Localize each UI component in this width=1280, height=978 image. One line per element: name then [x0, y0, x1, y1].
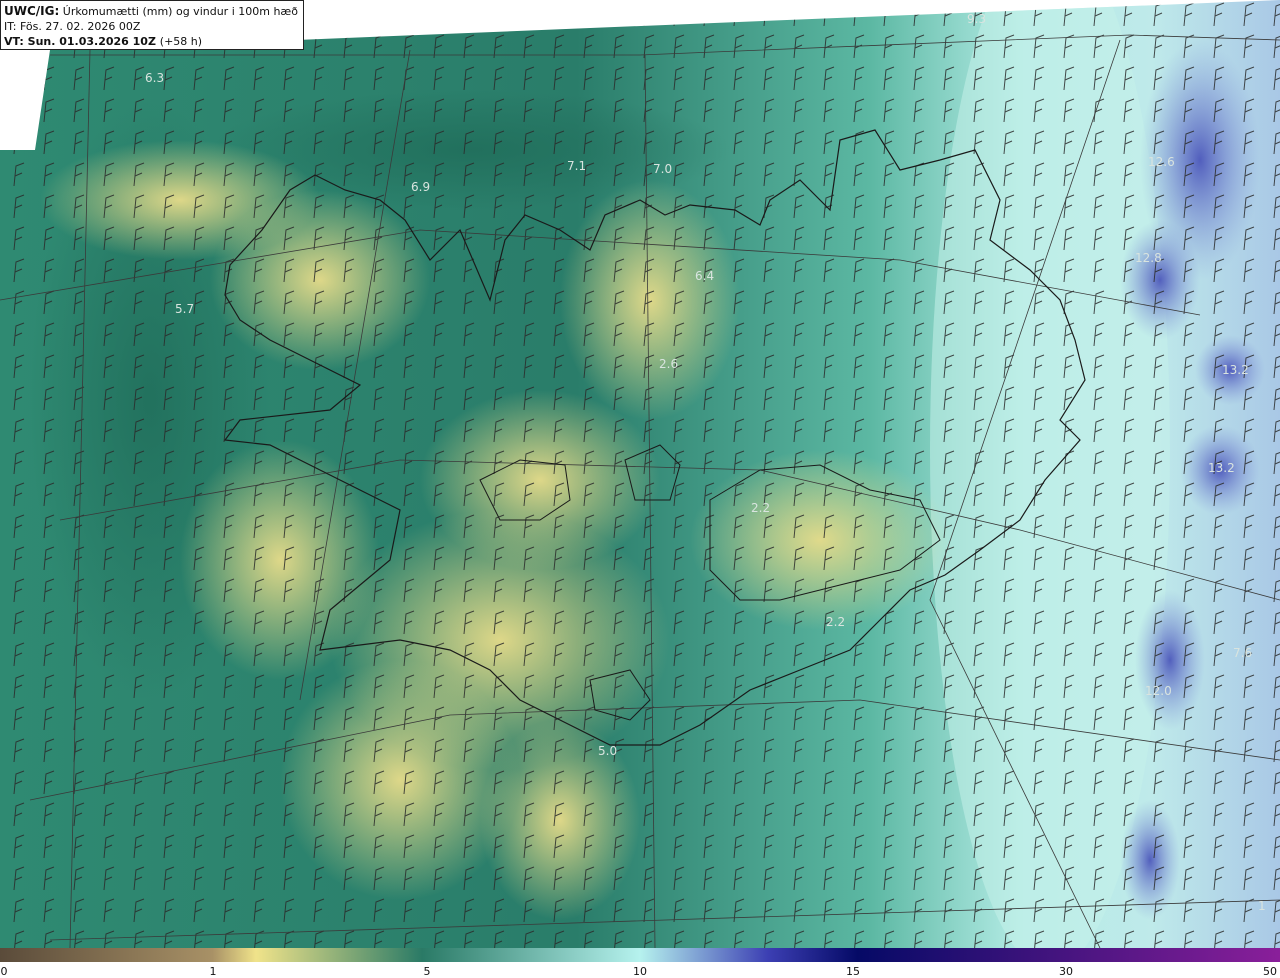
brand-label: UWC/IG: — [4, 4, 60, 18]
value-label: 13.2 — [1208, 461, 1235, 475]
value-label: 2.2 — [751, 501, 770, 515]
value-label: 1 — [1258, 899, 1266, 913]
colorbar-tick: 50 — [1263, 965, 1277, 978]
lead-time: (+58 h) — [159, 35, 203, 48]
value-label: 13.2 — [1222, 363, 1249, 377]
value-label: 12.8 — [1135, 251, 1162, 265]
value-label: 6.9 — [411, 180, 430, 194]
colorbar-ramp — [0, 948, 1280, 962]
colorbar-tick: 1 — [210, 965, 217, 978]
map-header: UWC/IG: Úrkomumætti (mm) og vindur i 100… — [0, 0, 304, 50]
colorbar-tick: 5 — [424, 965, 431, 978]
value-label: 12.0 — [1145, 684, 1172, 698]
map-title: Úrkomumætti (mm) og vindur i 100m hæð — [62, 5, 298, 18]
colorbar: 0 1 5 10 15 30 50 — [0, 948, 1280, 978]
value-label: 12.6 — [1148, 155, 1175, 169]
colorbar-tick: 10 — [633, 965, 647, 978]
value-label: 2.2 — [826, 615, 845, 629]
value-label: 2.6 — [659, 357, 678, 371]
colorbar-tick: 30 — [1059, 965, 1073, 978]
wind-barbs — [0, 0, 1280, 948]
value-label: 7.0 — [653, 162, 672, 176]
value-label: 5.0 — [598, 744, 617, 758]
value-label: 6.3 — [145, 71, 164, 85]
colorbar-tick: 0 — [1, 965, 8, 978]
value-label: 5.7 — [175, 302, 194, 316]
value-label: 9.3 — [967, 12, 986, 26]
value-label: 7.1 — [567, 159, 586, 173]
value-label: 7.6 — [1233, 646, 1252, 660]
valid-time: VT: Sun. 01.03.2026 10Z — [4, 35, 156, 48]
colorbar-tick: 15 — [846, 965, 860, 978]
precipitation-wind-map[interactable]: 6.3 6.9 7.1 7.0 9.3 12.6 12.8 6.4 5.7 2.6 13.2 13.2… — [0, 0, 1280, 948]
init-time: IT: Fös. 27. 02. 2026 00Z — [4, 20, 141, 33]
value-label: 6.4 — [695, 269, 714, 283]
